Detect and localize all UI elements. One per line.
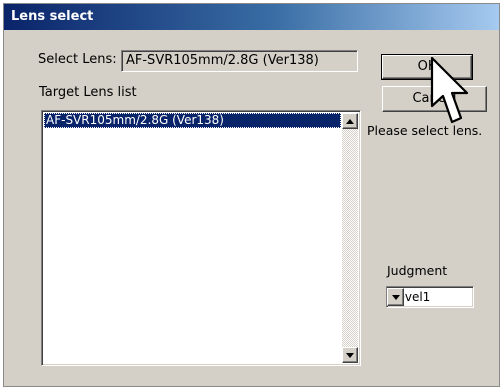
select-lens-value: AF-SVR105mm/2.8G (Ver138)	[126, 53, 319, 68]
scroll-down-arrow-icon	[346, 352, 354, 358]
select-lens-label: Select Lens:	[38, 52, 117, 67]
target-lens-list-label: Target Lens list	[39, 85, 137, 100]
lens-select-dialog: Lens select Select Lens: AF-SVR105mm/2.8…	[3, 3, 500, 387]
mouse-pointer-icon	[430, 56, 469, 124]
select-lens-field: AF-SVR105mm/2.8G (Ver138)	[121, 50, 358, 72]
dialog-title-bar[interactable]: Lens select	[4, 4, 499, 30]
scroll-down-button[interactable]	[342, 347, 358, 363]
dropdown-arrow-icon	[391, 294, 400, 300]
vertical-scrollbar[interactable]	[342, 113, 358, 363]
target-lens-listbox[interactable]: AF-SVR105mm/2.8G (Ver138)	[41, 110, 361, 366]
dialog-title: Lens select	[11, 9, 94, 24]
judgment-label: Judgment	[387, 263, 448, 278]
list-item[interactable]: AF-SVR105mm/2.8G (Ver138)	[44, 113, 341, 128]
judgment-select[interactable]: Level1	[386, 286, 474, 308]
judgment-dropdown-button[interactable]	[387, 288, 404, 306]
scroll-up-button[interactable]	[342, 113, 358, 129]
scroll-up-arrow-icon	[346, 118, 354, 124]
